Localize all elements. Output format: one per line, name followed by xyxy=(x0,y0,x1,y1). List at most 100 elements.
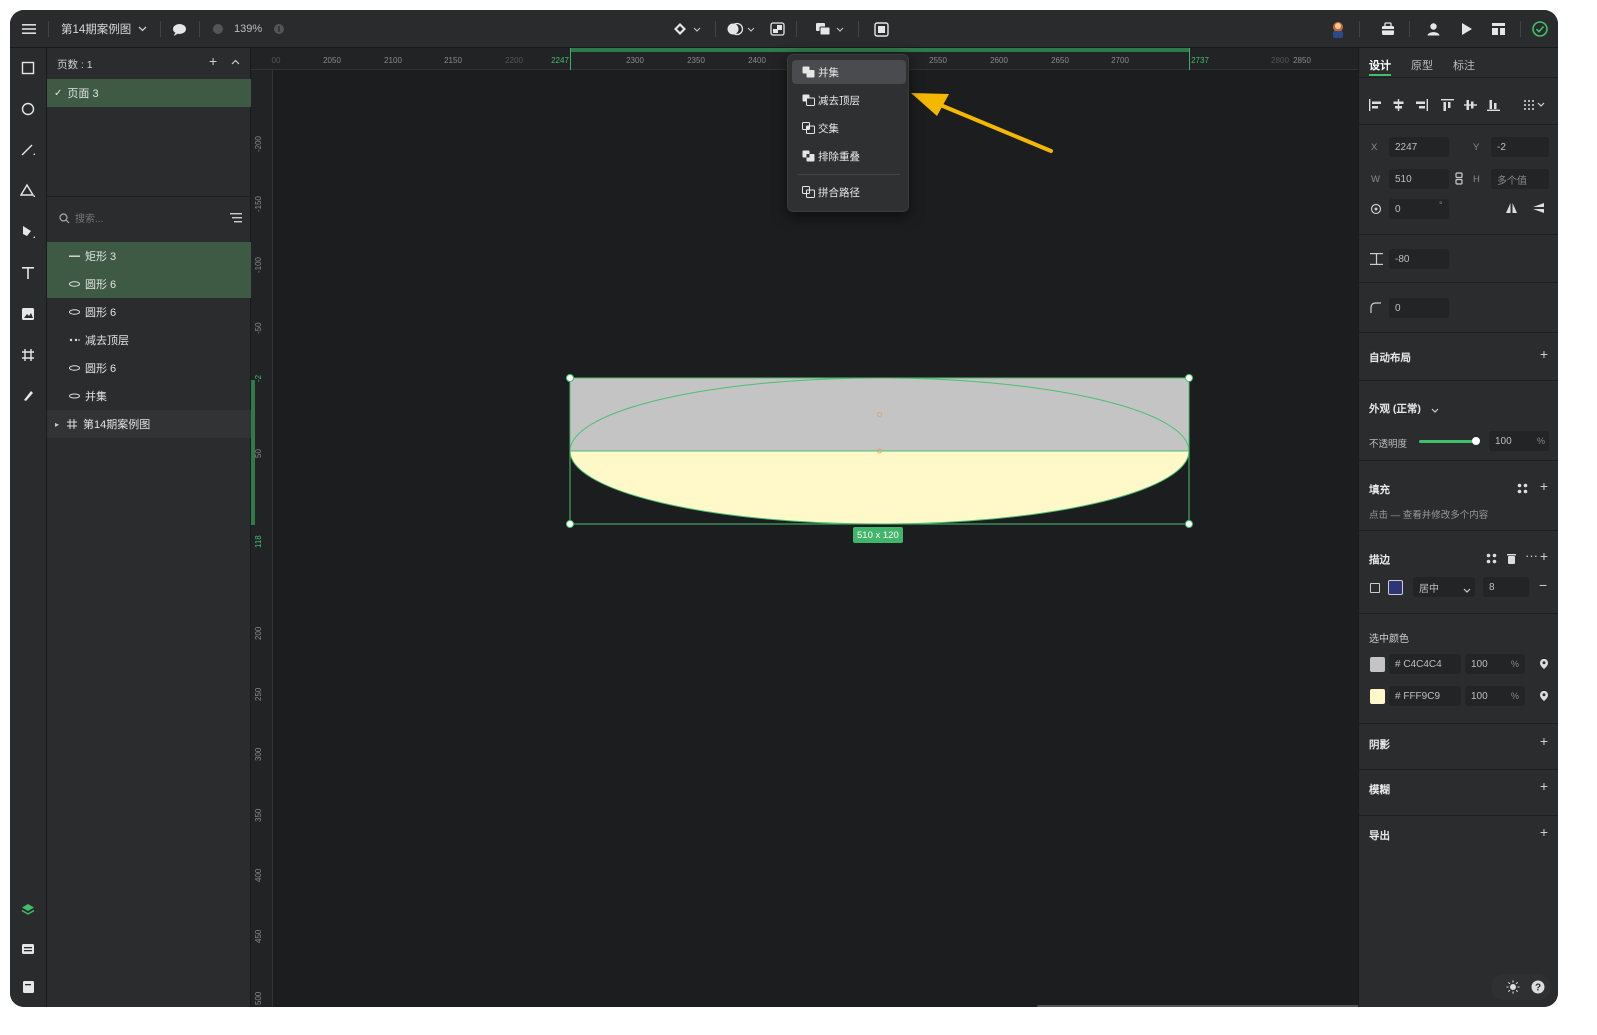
layout-icon[interactable] xyxy=(1491,10,1506,48)
component-icon[interactable] xyxy=(673,10,687,48)
opacity-slider-thumb[interactable] xyxy=(1472,437,1480,445)
layers-icon[interactable] xyxy=(17,899,39,921)
align-vcenter-icon[interactable] xyxy=(1464,99,1477,114)
frame-tool-icon[interactable] xyxy=(17,344,39,366)
height-input[interactable]: 多个值 xyxy=(1491,169,1549,189)
layer-item[interactable]: 圆形 6 xyxy=(47,354,251,382)
avatar[interactable] xyxy=(1327,10,1349,48)
add-auto-layout-button[interactable]: + xyxy=(1540,346,1548,362)
chevron-down-icon[interactable] xyxy=(1431,404,1439,416)
color-swatch[interactable] xyxy=(1370,689,1385,704)
resize-handle[interactable] xyxy=(566,374,574,382)
chevron-down-icon[interactable] xyxy=(747,10,755,48)
share-user-icon[interactable] xyxy=(1426,10,1441,48)
brush-tool-icon[interactable] xyxy=(17,385,39,407)
ellipse-tool-icon[interactable] xyxy=(17,98,39,120)
resize-handle[interactable] xyxy=(566,520,574,528)
lock-ratio-icon[interactable] xyxy=(1455,172,1463,188)
color-hex-input[interactable]: # FFF9C9 xyxy=(1389,686,1461,706)
image-tool-icon[interactable] xyxy=(17,303,39,325)
layer-item[interactable]: ▸ 第14期案例图 xyxy=(47,410,251,438)
chevron-down-icon[interactable] xyxy=(836,10,844,48)
add-page-button[interactable]: + xyxy=(209,53,217,69)
remove-stroke-button[interactable]: − xyxy=(1539,577,1547,593)
width-input[interactable]: 510 xyxy=(1389,169,1449,189)
polygon-tool-icon[interactable] xyxy=(17,180,39,202)
tab-prototype[interactable]: 原型 xyxy=(1411,57,1433,73)
menu-item-intersect[interactable]: 交集 xyxy=(792,116,906,140)
align-left-icon[interactable] xyxy=(1369,99,1382,114)
layer-search-input[interactable] xyxy=(75,209,215,229)
menu-icon[interactable] xyxy=(22,10,36,48)
menu-item-exclude[interactable]: 排除重叠 xyxy=(792,144,906,168)
opacity-slider[interactable] xyxy=(1419,440,1479,443)
replace-icon[interactable] xyxy=(770,10,785,48)
radius-input[interactable]: 0 xyxy=(1389,298,1449,318)
mask-icon[interactable] xyxy=(727,10,743,48)
align-hcenter-icon[interactable] xyxy=(1392,99,1405,114)
collapse-icon[interactable] xyxy=(231,56,240,68)
menu-item-subtract[interactable]: 减去顶层 xyxy=(792,88,906,112)
pen-tool-icon[interactable] xyxy=(17,221,39,243)
chevron-down-icon[interactable] xyxy=(1463,584,1471,596)
add-fill-button[interactable]: + xyxy=(1540,478,1548,494)
filter-icon[interactable] xyxy=(230,213,242,226)
resize-handle[interactable] xyxy=(1185,374,1193,382)
crop-icon[interactable] xyxy=(874,10,889,48)
comment-icon[interactable] xyxy=(172,10,187,48)
stroke-visible-checkbox[interactable] xyxy=(1370,583,1380,593)
fill-hint[interactable]: 点击 — 查看并修改多个内容 xyxy=(1369,507,1488,521)
chevron-down-icon[interactable] xyxy=(693,10,701,48)
add-stroke-button[interactable]: + xyxy=(1540,548,1548,564)
appearance-title[interactable]: 外观 (正常) xyxy=(1369,401,1421,416)
align-right-icon[interactable] xyxy=(1415,99,1428,114)
layer-item[interactable]: 并集 xyxy=(47,382,251,410)
resize-handle[interactable] xyxy=(1185,520,1193,528)
theme-sun-icon[interactable] xyxy=(1506,980,1520,997)
chevron-right-icon[interactable]: ▸ xyxy=(55,420,59,429)
add-blur-button[interactable]: + xyxy=(1540,778,1548,794)
align-bottom-icon[interactable] xyxy=(1487,99,1500,114)
color-swatch[interactable] xyxy=(1370,657,1385,672)
style-grid-icon[interactable] xyxy=(1486,553,1497,567)
line-tool-icon[interactable] xyxy=(17,139,39,161)
page-item[interactable]: ✓ 页面 3 xyxy=(47,79,251,107)
locate-pin-icon[interactable] xyxy=(1539,658,1549,673)
plugin-icon[interactable] xyxy=(1381,10,1395,48)
rectangle-shape[interactable] xyxy=(570,378,1189,451)
stroke-color-swatch[interactable] xyxy=(1388,580,1403,595)
layer-item[interactable]: 圆形 6 xyxy=(47,270,251,298)
assets-icon[interactable] xyxy=(17,938,39,960)
info-icon[interactable] xyxy=(273,10,285,48)
stroke-width-input[interactable]: 8 xyxy=(1483,577,1529,597)
flip-vertical-icon[interactable] xyxy=(1532,202,1545,217)
y-input[interactable]: -2 xyxy=(1491,137,1549,157)
layer-item[interactable]: 圆形 6 xyxy=(47,298,251,326)
align-top-icon[interactable] xyxy=(1441,99,1454,114)
help-icon[interactable]: ? xyxy=(1531,980,1545,997)
spacing-input[interactable]: -80 xyxy=(1389,249,1449,269)
chevron-down-icon[interactable] xyxy=(138,10,147,48)
text-tool-icon[interactable] xyxy=(17,262,39,284)
tab-annotate[interactable]: 标注 xyxy=(1453,57,1475,73)
notes-icon[interactable] xyxy=(17,976,39,998)
layer-item[interactable]: 减去顶层 xyxy=(47,326,251,354)
tab-design[interactable]: 设计 xyxy=(1369,57,1391,73)
color-hex-input[interactable]: # C4C4C4 xyxy=(1389,654,1461,674)
trash-icon[interactable] xyxy=(1506,553,1517,567)
more-icon[interactable]: ··· xyxy=(1525,548,1538,563)
style-grid-icon[interactable] xyxy=(1517,483,1528,497)
x-input[interactable]: 2247 xyxy=(1389,137,1449,157)
boolean-icon[interactable] xyxy=(815,10,831,48)
flip-horizontal-icon[interactable] xyxy=(1505,202,1518,217)
play-icon[interactable] xyxy=(1461,10,1473,48)
rectangle-tool-icon[interactable] xyxy=(17,57,39,79)
menu-item-flatten[interactable]: 拼合路径 xyxy=(792,180,906,204)
locate-pin-icon[interactable] xyxy=(1539,690,1549,705)
horizontal-scrollbar[interactable] xyxy=(1037,1005,1361,1007)
add-shadow-button[interactable]: + xyxy=(1540,733,1548,749)
layer-item[interactable]: 矩形 3 xyxy=(47,242,251,270)
distribute-icon[interactable] xyxy=(1523,99,1545,114)
document-title[interactable]: 第14期案例图 xyxy=(61,10,131,48)
add-export-button[interactable]: + xyxy=(1540,824,1548,840)
